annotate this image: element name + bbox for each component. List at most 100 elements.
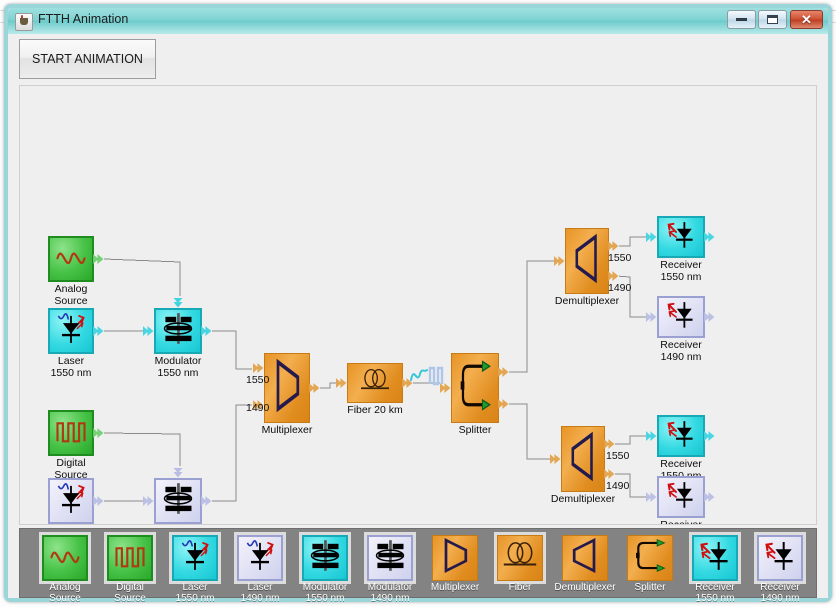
maximize-icon	[767, 15, 778, 24]
palette-item-label: Receiver 1490 nm	[760, 582, 800, 604]
application-window: FTTH Animation ✕ START ANIMATION Analog S…	[4, 4, 832, 604]
laser-diode-icon	[172, 535, 218, 581]
palette-item-receiver-1550[interactable]: Receiver 1550 nm	[692, 535, 738, 604]
node-label: Laser 1550 nm	[50, 355, 92, 379]
demultiplexer-icon	[565, 228, 609, 294]
palette-item-analog-source[interactable]: Analog Source	[42, 535, 88, 604]
minimize-button[interactable]	[727, 10, 756, 29]
window-content: START ANIMATION Analog Source Laser 1550 n…	[8, 34, 828, 604]
modulator-icon	[367, 535, 413, 581]
close-icon: ✕	[801, 12, 812, 27]
palette-item-label: Modulator 1550 nm	[302, 582, 348, 604]
sine-wave-icon	[42, 535, 88, 581]
palette-item-multiplexer[interactable]: Multiplexer	[430, 535, 480, 593]
node-receiver-1490-bot[interactable]: Receiver1490 nm	[646, 476, 715, 524]
node-multiplexer[interactable]: Multiplexer	[253, 353, 320, 436]
fiber-coil-icon	[347, 363, 403, 403]
fiber-coil-icon	[497, 535, 543, 581]
palette-item-label: Analog Source	[49, 582, 81, 604]
window-title: FTTH Animation	[38, 12, 129, 26]
title-bar[interactable]: FTTH Animation ✕	[8, 8, 828, 35]
modulator-icon	[302, 535, 348, 581]
minimize-icon	[736, 18, 747, 21]
node-label: Multiplexer	[261, 424, 313, 436]
wire-label: 1490	[606, 480, 630, 492]
wire-label: 1550	[606, 450, 630, 462]
demultiplexer-icon	[561, 426, 605, 492]
java-cup-icon	[15, 13, 33, 31]
wire-label: 1490	[608, 282, 632, 294]
node-analog-source[interactable]: Analog Source	[48, 236, 104, 306]
node-label: Demultiplexer	[554, 295, 620, 307]
node-splitter[interactable]: Splitter	[440, 353, 509, 436]
palette-item-label: Fiber	[508, 582, 532, 593]
photodiode-icon	[657, 415, 705, 457]
multiplexer-icon	[264, 353, 310, 423]
node-demultiplexer-bot[interactable]: Demultiplexer	[550, 426, 615, 505]
square-wave-icon	[48, 410, 94, 456]
palette-item-modulator-1550[interactable]: Modulator 1550 nm	[302, 535, 348, 604]
palette-item-label: Splitter	[634, 582, 666, 593]
node-label: Receiver1550 nm	[660, 259, 702, 283]
start-animation-label: START ANIMATION	[32, 52, 143, 66]
splitter-icon	[451, 353, 499, 423]
palette-item-label: Digital Source	[114, 582, 146, 604]
node-receiver-1550-bot[interactable]: Receiver1550 nm	[646, 415, 715, 481]
palette-item-laser-1490[interactable]: Laser 1490 nm	[237, 535, 283, 604]
sine-wave-marker	[410, 364, 428, 391]
node-label: Modulator 1550 nm	[154, 355, 202, 379]
palette-item-laser-1550[interactable]: Laser 1550 nm	[172, 535, 218, 604]
photodiode-icon	[657, 476, 705, 518]
square-wave-icon	[107, 535, 153, 581]
wire-label: 1550	[608, 252, 632, 264]
diagram-canvas[interactable]: Analog Source Laser 1550 nm Modulator 15…	[19, 85, 817, 525]
node-modulator-1490[interactable]: Modulator1490 nm	[143, 468, 212, 524]
wire-label: 1490	[246, 402, 270, 414]
node-label: Analog Source	[54, 283, 88, 307]
palette-item-fiber[interactable]: Fiber	[497, 535, 543, 593]
modulator-icon	[154, 478, 202, 524]
component-palette[interactable]: Analog Source Digital Source Laser 1550 nm L…	[19, 528, 817, 604]
node-receiver-1490-top[interactable]: Receiver 1490 nm	[646, 296, 715, 362]
photodiode-icon	[657, 216, 705, 258]
laser-diode-icon	[237, 535, 283, 581]
palette-item-modulator-1490[interactable]: Modulator 1490 nm	[367, 535, 413, 604]
photodiode-icon	[757, 535, 803, 581]
palette-item-label: Demultiplexer	[554, 582, 616, 593]
node-label: Splitter	[458, 424, 492, 436]
palette-item-label: Modulator 1490 nm	[367, 582, 413, 604]
start-animation-button[interactable]: START ANIMATION	[19, 39, 156, 79]
palette-item-demultiplexer[interactable]: Demultiplexer	[554, 535, 616, 593]
photodiode-icon	[657, 296, 705, 338]
close-button[interactable]: ✕	[790, 10, 823, 29]
wire-label: 1550	[246, 374, 270, 386]
laser-diode-icon	[48, 308, 94, 354]
node-modulator-1550[interactable]: Modulator 1550 nm	[143, 298, 212, 378]
laser-diode-icon	[48, 478, 94, 524]
demultiplexer-icon	[562, 535, 608, 581]
photodiode-icon	[692, 535, 738, 581]
maximize-button[interactable]	[758, 10, 787, 29]
palette-item-label: Receiver 1550 nm	[695, 582, 735, 604]
node-fiber-20km[interactable]: Fiber 20 km	[336, 363, 413, 416]
node-receiver-1550-top[interactable]: Receiver 1550 nm	[646, 216, 715, 282]
palette-item-splitter[interactable]: Splitter	[627, 535, 673, 593]
palette-item-digital-source[interactable]: Digital Source	[107, 535, 153, 604]
node-digital-source[interactable]: Digital Source	[48, 410, 104, 480]
node-label: Fiber 20 km	[347, 404, 403, 416]
modulator-icon	[154, 308, 202, 354]
multiplexer-icon	[432, 535, 478, 581]
node-label: Receiver1490 nm	[660, 339, 702, 363]
palette-item-label: Laser 1550 nm	[175, 582, 215, 604]
palette-item-label: Multiplexer	[430, 582, 480, 593]
square-wave-marker	[428, 364, 446, 391]
palette-item-label: Laser 1490 nm	[240, 582, 280, 604]
node-laser-1490[interactable]: Laser1490 nm	[48, 478, 104, 524]
node-laser-1550[interactable]: Laser 1550 nm	[48, 308, 104, 378]
splitter-icon	[627, 535, 673, 581]
node-label: Receiver1490 nm	[660, 519, 702, 525]
sine-wave-icon	[48, 236, 94, 282]
node-demultiplexer-top[interactable]: Demultiplexer	[554, 228, 619, 307]
node-label: Demultiplexer	[550, 493, 616, 505]
palette-item-receiver-1490[interactable]: Receiver 1490 nm	[757, 535, 803, 604]
